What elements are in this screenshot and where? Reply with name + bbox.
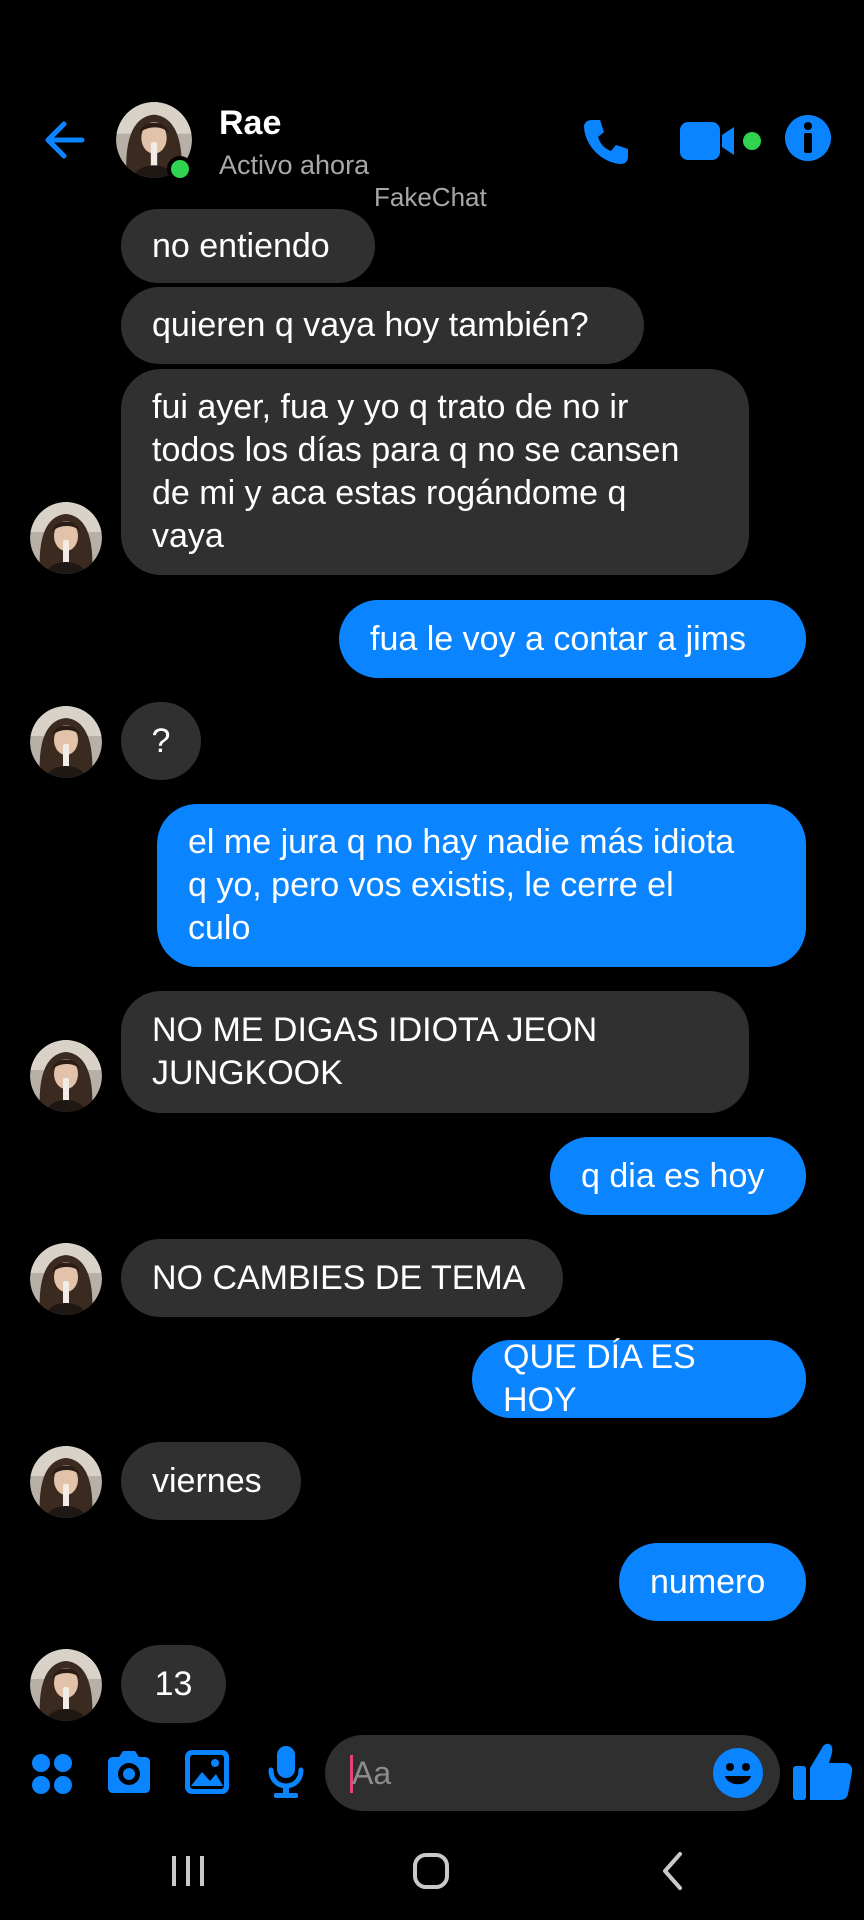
nav-back-icon[interactable]: [658, 1850, 688, 1892]
message-line: vaya: [152, 517, 224, 555]
emoji-icon[interactable]: [712, 1747, 764, 1799]
message-line: de mi y aca estas rogándome q: [152, 474, 627, 512]
message-line: todos los días para q no se cansen: [152, 431, 680, 469]
message-line: el me jura q no hay nadie más idiota: [188, 823, 735, 861]
message-line: NO ME DIGAS IDIOTA JEON: [152, 1011, 598, 1049]
phone-icon[interactable]: [578, 114, 634, 170]
contact-name[interactable]: Rae: [219, 104, 281, 143]
thumbs-up-icon[interactable]: [790, 1738, 854, 1804]
contact-status: Activo ahora: [219, 150, 370, 180]
message-bubble-incoming[interactable]: 13: [121, 1645, 226, 1723]
system-navigation-bar: [0, 1820, 864, 1920]
message-bubble-outgoing[interactable]: q dia es hoy: [550, 1137, 806, 1215]
chat-header: Rae Activo ahora FakeChat: [0, 0, 864, 212]
contact-avatar[interactable]: [30, 1243, 102, 1315]
message-bubble-outgoing[interactable]: numero: [619, 1543, 806, 1621]
message-bubble-outgoing[interactable]: QUE DÍA ES HOY: [472, 1338, 806, 1419]
contact-avatar[interactable]: [30, 1446, 102, 1518]
video-camera-icon[interactable]: [678, 118, 768, 164]
info-icon[interactable]: [784, 114, 832, 162]
back-arrow-icon[interactable]: [38, 112, 94, 168]
recent-apps-icon[interactable]: [168, 1854, 208, 1888]
contact-avatar[interactable]: [30, 1649, 102, 1721]
contact-avatar[interactable]: [30, 1040, 102, 1112]
message-line: q yo, pero vos existis, le cerre el: [188, 866, 674, 904]
camera-icon[interactable]: [104, 1748, 154, 1796]
watermark: FakeChat: [374, 182, 487, 212]
online-indicator: [167, 156, 193, 182]
message-bubble-outgoing[interactable]: fua le voy a contar a jims: [339, 600, 806, 678]
message-line: culo: [188, 909, 251, 947]
home-icon[interactable]: [412, 1852, 450, 1890]
image-icon[interactable]: [183, 1748, 231, 1796]
contact-avatar[interactable]: [30, 706, 102, 778]
message-bubble-outgoing[interactable]: el me jura q no hay nadie más idiota q y…: [157, 804, 806, 967]
message-bubble-incoming[interactable]: NO CAMBIES DE TEMA: [121, 1239, 563, 1317]
microphone-icon[interactable]: [266, 1744, 306, 1800]
message-bubble-incoming[interactable]: viernes: [121, 1442, 301, 1520]
message-bubble-incoming[interactable]: no entiendo: [121, 209, 375, 283]
apps-grid-icon[interactable]: [30, 1752, 74, 1796]
message-bubble-incoming[interactable]: ?: [121, 702, 201, 780]
message-line: fui ayer, fua y yo q trato de no ir: [152, 388, 629, 426]
message-input-container[interactable]: [325, 1735, 780, 1811]
message-bubble-incoming[interactable]: fui ayer, fua y yo q trato de no ir todo…: [121, 369, 749, 575]
message-line: JUNGKOOK: [152, 1054, 343, 1092]
message-bubble-incoming[interactable]: quieren q vaya hoy también?: [121, 287, 644, 364]
message-bubble-incoming[interactable]: NO ME DIGAS IDIOTA JEON JUNGKOOK: [121, 991, 749, 1113]
message-input[interactable]: [352, 1735, 712, 1811]
contact-avatar[interactable]: [30, 502, 102, 574]
